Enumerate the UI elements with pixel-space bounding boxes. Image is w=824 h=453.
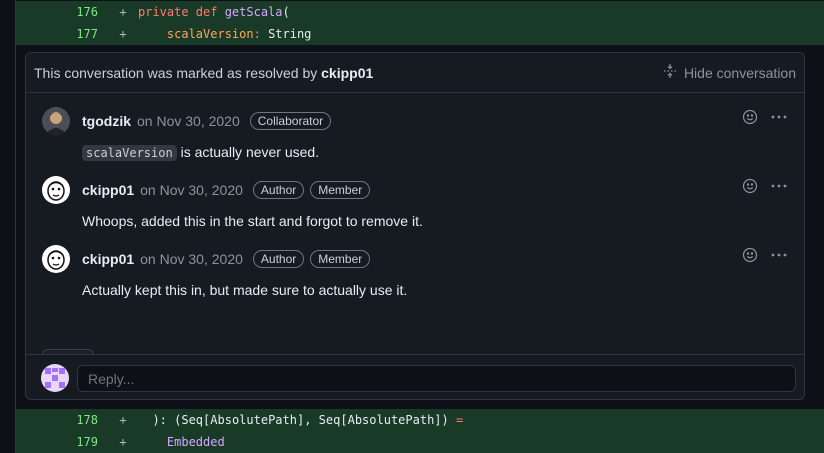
line-number[interactable]: 178: [16, 413, 108, 427]
diff-line: 177 + scalaVersion: String: [16, 23, 824, 45]
diff-gutter-divider: [15, 0, 16, 453]
code-token: scalaVersion: [166, 27, 254, 41]
kebab-menu-icon[interactable]: [770, 247, 788, 263]
inline-code: scalaVersion: [82, 145, 177, 161]
fold-icon: [662, 63, 678, 82]
comment-text: Whoops, added this in the start and forg…: [82, 213, 423, 229]
comment-date[interactable]: on Nov 30, 2020: [137, 113, 240, 129]
diff-line: 176 + private def getScala(: [16, 1, 824, 23]
comment-author[interactable]: ckipp01: [82, 182, 134, 198]
comment-body: Whoops, added this in the start and forg…: [82, 213, 423, 229]
role-badge: Author: [252, 181, 305, 199]
comment-header: ckipp01 on Nov 30, 2020 Author Member: [82, 250, 371, 268]
comment-actions: [742, 178, 788, 194]
code-token: String: [268, 27, 312, 41]
comment-body: Actually kept this in, but made sure to …: [82, 282, 407, 298]
line-number[interactable]: 179: [16, 435, 108, 449]
code-token: (: [282, 5, 290, 19]
line-number[interactable]: 176: [16, 5, 108, 19]
diff-sign: +: [119, 413, 127, 427]
comment-actions: [742, 109, 788, 125]
comment-header: ckipp01 on Nov 30, 2020 Author Member: [82, 181, 371, 199]
thread-header: This conversation was marked as resolved…: [26, 53, 804, 93]
diff-line: 179 + Embedded: [16, 431, 824, 453]
add-reaction-icon[interactable]: [742, 178, 758, 194]
role-badge: Author: [252, 250, 305, 268]
code-line: scalaVersion: String: [138, 27, 312, 41]
code-token: AbsolutePath: [347, 413, 435, 427]
reply-area: [26, 354, 804, 399]
code-token: private def: [138, 5, 225, 19]
code-token: Seq: [318, 413, 341, 427]
resolved-message: This conversation was marked as resolved…: [34, 65, 373, 81]
diff-sign: +: [119, 435, 127, 449]
line-number[interactable]: 177: [16, 27, 108, 41]
code-token: Embedded: [166, 435, 225, 449]
hide-conversation-button[interactable]: Hide conversation: [662, 63, 796, 82]
code-line: ): (Seq[AbsolutePath], Seq[AbsolutePath]…: [138, 413, 463, 427]
role-badge: Member: [310, 250, 371, 268]
diff-sign: +: [119, 5, 127, 19]
code-token: =: [455, 413, 464, 427]
diff-line: 178 + ): (Seq[AbsolutePath], Seq[Absolute…: [16, 409, 824, 431]
avatar[interactable]: [42, 176, 70, 204]
comment-date[interactable]: on Nov 30, 2020: [140, 182, 243, 198]
code-token: Seq: [181, 413, 204, 427]
code-token: ],: [296, 413, 319, 427]
comment-date[interactable]: on Nov 30, 2020: [140, 251, 243, 267]
comment-text: is actually never used.: [176, 144, 320, 160]
code-line: private def getScala(: [138, 5, 290, 19]
role-badge: Member: [310, 181, 371, 199]
add-reaction-icon[interactable]: [742, 109, 758, 125]
comment-author[interactable]: tgodzik: [82, 113, 131, 129]
review-thread: This conversation was marked as resolved…: [25, 52, 805, 400]
diff-sign: +: [119, 27, 127, 41]
comment-text: Actually kept this in, but made sure to …: [82, 282, 408, 298]
code-token: getScala: [224, 5, 283, 19]
hide-conversation-label: Hide conversation: [683, 64, 796, 81]
code-token: ]): [434, 413, 456, 427]
comment-author[interactable]: ckipp01: [82, 251, 134, 267]
comment-header: tgodzik on Nov 30, 2020 Collaborator: [82, 112, 332, 130]
comment-body: scalaVersion is actually never used.: [82, 144, 320, 161]
code-token: AbsolutePath: [210, 413, 297, 427]
avatar[interactable]: [42, 245, 70, 273]
role-badge: Collaborator: [249, 112, 332, 130]
avatar[interactable]: [42, 107, 70, 135]
add-reaction-icon[interactable]: [742, 247, 758, 263]
code-line: Embedded: [138, 435, 225, 449]
code-token: ): (: [138, 413, 182, 427]
resolved-by-user[interactable]: ckipp01: [321, 65, 373, 81]
code-token: [: [340, 413, 348, 427]
code-token: :: [253, 27, 269, 41]
reply-input[interactable]: [77, 365, 796, 392]
current-user-avatar: [41, 364, 69, 392]
resolved-prefix: This conversation was marked as resolved…: [34, 64, 318, 81]
kebab-menu-icon[interactable]: [770, 178, 788, 194]
kebab-menu-icon[interactable]: [770, 109, 788, 125]
comment-actions: [742, 247, 788, 263]
